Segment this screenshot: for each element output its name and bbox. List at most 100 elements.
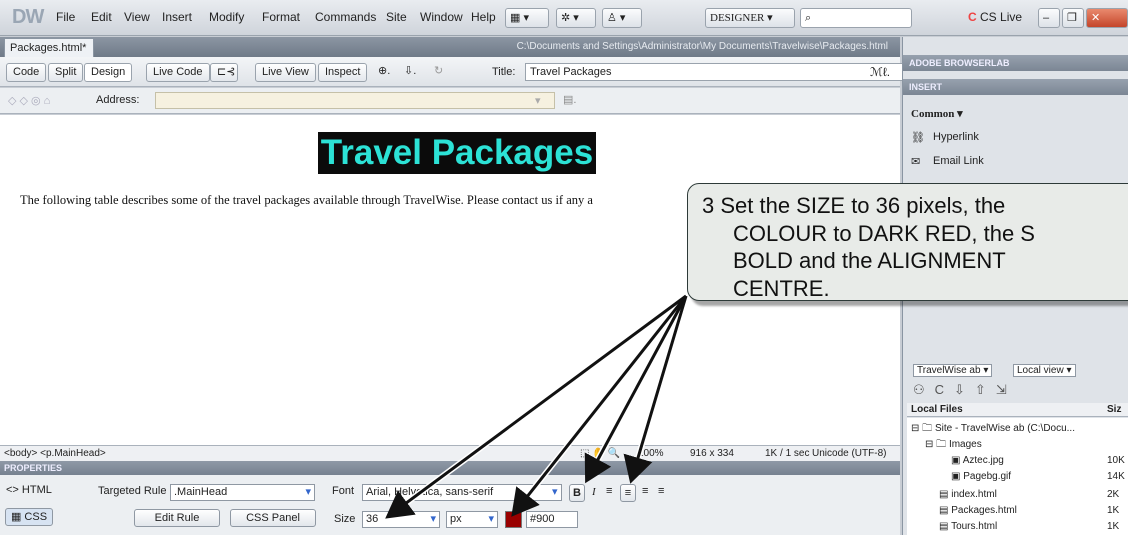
tree-row-file[interactable]: ▤ Tours.html [939, 521, 997, 532]
align-center-icon[interactable]: ≡ [620, 484, 636, 502]
file-size: 1K [1107, 505, 1120, 516]
page-heading[interactable]: Travel Packages [318, 132, 596, 174]
menu-format[interactable]: Format [262, 10, 300, 24]
menu-commands[interactable]: Commands [315, 10, 376, 24]
size-column[interactable]: Siz [1107, 404, 1121, 415]
menu-help[interactable]: Help [471, 10, 496, 24]
site-icon[interactable]: ♙ ▾ [602, 8, 642, 28]
tree-row-label: Aztec.jpg [962, 455, 1004, 466]
tree-row-file[interactable]: ▤ Packages.html [939, 505, 1017, 516]
menu-window[interactable]: Window [420, 10, 463, 24]
status-bar: <body> <p.MainHead> ⬚ ✋ 🔍 100% 916 x 334… [0, 445, 900, 461]
workspace-switcher[interactable]: DESIGNER ▾ [705, 8, 795, 28]
tree-row-site[interactable]: ⊟ 🗀 Site - TravelWise ab (C:\Docu... [911, 421, 1075, 438]
tree-row-images[interactable]: ⊟ 🗀 Images [925, 437, 982, 454]
browse-options-icon[interactable]: ▤. [563, 93, 576, 106]
tab-packages[interactable]: Packages.html* × [4, 38, 94, 72]
html-label: HTML [21, 484, 52, 496]
site-select-value: TravelWise ab [917, 365, 981, 376]
category-label: Common [911, 108, 955, 120]
font-label: Font [332, 485, 355, 497]
css-mode-button[interactable]: ▦ CSS [5, 508, 53, 526]
tag-selector[interactable]: <body> <p.MainHead> [4, 447, 106, 461]
refresh-icon[interactable]: ↻ [428, 63, 449, 82]
color-swatch[interactable] [505, 511, 522, 528]
insert-hyperlink[interactable]: ⛓ Hyperlink [911, 131, 979, 144]
targeted-rule-select[interactable]: .MainHead ▾ [170, 484, 315, 501]
live-code-button[interactable]: Live Code [146, 63, 210, 82]
color-input[interactable]: #900 [526, 511, 578, 528]
inspect-fx-icon[interactable]: ⊏⊰ [210, 63, 238, 82]
layout-icon[interactable]: ▦ ▾ [505, 8, 549, 28]
file-size: 10K [1107, 455, 1125, 466]
minimize-button[interactable]: – [1038, 8, 1060, 28]
unit-select[interactable]: px ▾ [446, 511, 498, 528]
chevron-down-icon[interactable]: ▾ [552, 485, 558, 498]
insert-item-label: Hyperlink [933, 131, 979, 143]
targeted-rule-value: .MainHead [174, 486, 228, 498]
zoom-level[interactable]: 100% [638, 447, 664, 461]
font-select[interactable]: Arial, Helvetica, sans-serif [362, 484, 562, 501]
properties-panel: <> HTML ▦ CSS Targeted Rule .MainHead ▾ E… [0, 475, 900, 535]
restore-button[interactable]: ❐ [1062, 8, 1084, 28]
close-button[interactable]: ✕ [1086, 8, 1128, 28]
extend-icon[interactable]: ✲ ▾ [556, 8, 596, 28]
browser-preview-icon[interactable]: ⊕. [372, 63, 396, 82]
tree-row-file[interactable]: ▤ index.html [939, 489, 997, 500]
targeted-rule-label: Targeted Rule [98, 485, 167, 497]
cs-live-button[interactable]: C CS Live [964, 8, 1028, 28]
menu-modify[interactable]: Modify [209, 10, 244, 24]
unit-value: px [450, 513, 462, 525]
address-bar: ◇ ◇ ◎ ⌂ Address: ▾ ▤. [0, 88, 900, 114]
design-view-button[interactable]: Design [84, 63, 133, 82]
code-view-button[interactable]: Code [6, 63, 47, 82]
encoding: Unicode (UTF-8) [812, 448, 887, 459]
chevron-down-icon: ▾ [305, 486, 311, 498]
inspect-button[interactable]: Inspect [318, 63, 368, 82]
download-time: 1K / 1 sec [765, 448, 810, 459]
file-management-icon[interactable]: ⇩. [398, 63, 422, 82]
font-value: Arial, Helvetica, sans-serif [366, 486, 494, 498]
cs-live-icon: C [968, 10, 977, 24]
css-panel-button[interactable]: CSS Panel [230, 509, 316, 527]
menu-edit[interactable]: Edit [91, 10, 112, 24]
address-dropdown-icon[interactable]: ▾ [535, 94, 541, 107]
tree-row-file[interactable]: ▣ Aztec.jpg [951, 455, 1004, 466]
files-tree: ⊟ 🗀 Site - TravelWise ab (C:\Docu... ⊟ 🗀… [907, 418, 1128, 535]
menu-view[interactable]: View [124, 10, 150, 24]
address-input[interactable] [155, 92, 555, 109]
insert-header[interactable]: INSERT [903, 79, 1128, 95]
tree-row-file[interactable]: ▣ Pagebg.gif [951, 471, 1011, 482]
menu-site[interactable]: Site [386, 10, 407, 24]
local-files-column[interactable]: Local Files [911, 404, 963, 415]
live-view-button[interactable]: Live View [255, 63, 316, 82]
italic-button[interactable]: I [592, 486, 596, 498]
edit-rule-button[interactable]: Edit Rule [134, 509, 220, 527]
align-justify-icon[interactable]: ≡ [658, 485, 664, 497]
size-select[interactable]: 36 ▾ [362, 511, 440, 528]
insert-category-select[interactable]: Common ▾ [911, 107, 963, 120]
split-view-button[interactable]: Split [48, 63, 84, 82]
nav-buttons-icon[interactable]: ◇ ◇ ◎ ⌂ [8, 94, 50, 107]
bold-button[interactable]: B [569, 484, 585, 502]
check-page-icon[interactable]: ℳℓ. [870, 65, 890, 79]
search-input[interactable]: ⌕ [800, 8, 912, 28]
align-right-icon[interactable]: ≡ [642, 485, 648, 497]
html-icon: <> [6, 484, 19, 496]
menu-insert[interactable]: Insert [162, 10, 192, 24]
instruction-callout: 3 Set the SIZE to 36 pixels, the COLOUR … [687, 183, 1128, 301]
browserlab-header[interactable]: ADOBE BROWSERLAB [903, 55, 1128, 71]
site-select[interactable]: TravelWise ab ▾ [913, 364, 993, 377]
align-left-icon[interactable]: ≡ [606, 485, 612, 497]
properties-header[interactable]: PROPERTIES [0, 461, 900, 475]
zoom-tools-icon[interactable]: ⬚ ✋ 🔍 [580, 447, 620, 461]
insert-email-link[interactable]: ✉ Email Link [911, 155, 984, 168]
tree-row-label: Site - TravelWise ab (C:\Docu... [934, 423, 1075, 434]
window-size[interactable]: 916 x 334 [690, 447, 734, 461]
view-select[interactable]: Local view ▾ [1013, 364, 1076, 377]
image-file-icon: ▣ [951, 455, 961, 466]
files-toolbar-icons[interactable]: ⚇C⇩⇧⇲ [913, 382, 1017, 398]
html-mode-button[interactable]: <> HTML [6, 484, 52, 496]
body-paragraph[interactable]: The following table describes some of th… [20, 193, 593, 208]
menu-file[interactable]: File [56, 10, 75, 24]
